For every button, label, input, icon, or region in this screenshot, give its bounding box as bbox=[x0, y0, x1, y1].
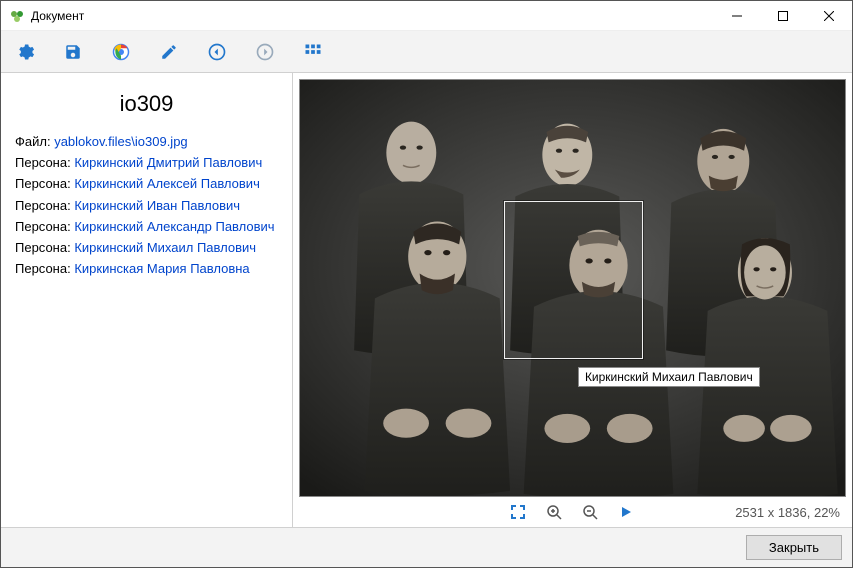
browser-button[interactable] bbox=[105, 36, 137, 68]
back-button[interactable] bbox=[201, 36, 233, 68]
person-label: Персона: bbox=[15, 261, 74, 276]
titlebar: Документ bbox=[1, 1, 852, 31]
person-row: Персона: Киркинский Иван Павлович bbox=[15, 197, 278, 215]
person-label: Персона: bbox=[15, 240, 74, 255]
person-row: Персона: Киркинская Мария Павловна bbox=[15, 260, 278, 278]
file-link[interactable]: yablokov.files\io309.jpg bbox=[54, 134, 187, 149]
edit-button[interactable] bbox=[153, 36, 185, 68]
person-link[interactable]: Киркинский Дмитрий Павлович bbox=[74, 155, 262, 170]
play-button[interactable] bbox=[615, 501, 637, 523]
close-button[interactable]: Закрыть bbox=[746, 535, 842, 560]
maximize-button[interactable] bbox=[760, 1, 806, 31]
person-row: Персона: Киркинский Михаил Павлович bbox=[15, 239, 278, 257]
settings-button[interactable] bbox=[9, 36, 41, 68]
minimize-button[interactable] bbox=[714, 1, 760, 31]
person-label: Персона: bbox=[15, 176, 74, 191]
face-selection-label: Киркинский Михаил Павлович bbox=[578, 367, 760, 387]
sidebar: io309 Файл: yablokov.files\io309.jpg Пер… bbox=[1, 73, 293, 527]
fit-screen-button[interactable] bbox=[507, 501, 529, 523]
footer: Закрыть bbox=[1, 527, 852, 567]
zoom-out-button[interactable] bbox=[579, 501, 601, 523]
grid-view-button[interactable] bbox=[297, 36, 329, 68]
viewer-toolbar: 2531 x 1836, 22% bbox=[293, 497, 852, 527]
content-area: io309 Файл: yablokov.files\io309.jpg Пер… bbox=[1, 73, 852, 527]
save-button[interactable] bbox=[57, 36, 89, 68]
close-window-button[interactable] bbox=[806, 1, 852, 31]
person-link[interactable]: Киркинский Иван Павлович bbox=[74, 198, 240, 213]
person-row: Персона: Киркинский Дмитрий Павлович bbox=[15, 154, 278, 172]
zoom-in-button[interactable] bbox=[543, 501, 565, 523]
person-link[interactable]: Киркинский Михаил Павлович bbox=[74, 240, 256, 255]
person-link[interactable]: Киркинская Мария Павловна bbox=[74, 261, 249, 276]
person-label: Персона: bbox=[15, 198, 74, 213]
app-icon bbox=[9, 8, 25, 24]
forward-button[interactable] bbox=[249, 36, 281, 68]
person-row: Персона: Киркинский Алексей Павлович bbox=[15, 175, 278, 193]
file-row: Файл: yablokov.files\io309.jpg bbox=[15, 133, 278, 151]
person-link[interactable]: Киркинский Алексей Павлович bbox=[74, 176, 260, 191]
image-area[interactable]: Киркинский Михаил Павлович bbox=[299, 79, 846, 497]
person-label: Персона: bbox=[15, 219, 74, 234]
viewer: Киркинский Михаил Павлович 2531 x 1836, … bbox=[293, 73, 852, 527]
person-label: Персона: bbox=[15, 155, 74, 170]
toolbar bbox=[1, 31, 852, 73]
person-row: Персона: Киркинский Александр Павлович bbox=[15, 218, 278, 236]
image-status: 2531 x 1836, 22% bbox=[735, 505, 840, 520]
document-title: io309 bbox=[15, 91, 278, 117]
face-selection-box[interactable] bbox=[504, 201, 643, 359]
window-title: Документ bbox=[31, 9, 84, 23]
file-label: Файл: bbox=[15, 134, 51, 149]
person-link[interactable]: Киркинский Александр Павлович bbox=[74, 219, 274, 234]
